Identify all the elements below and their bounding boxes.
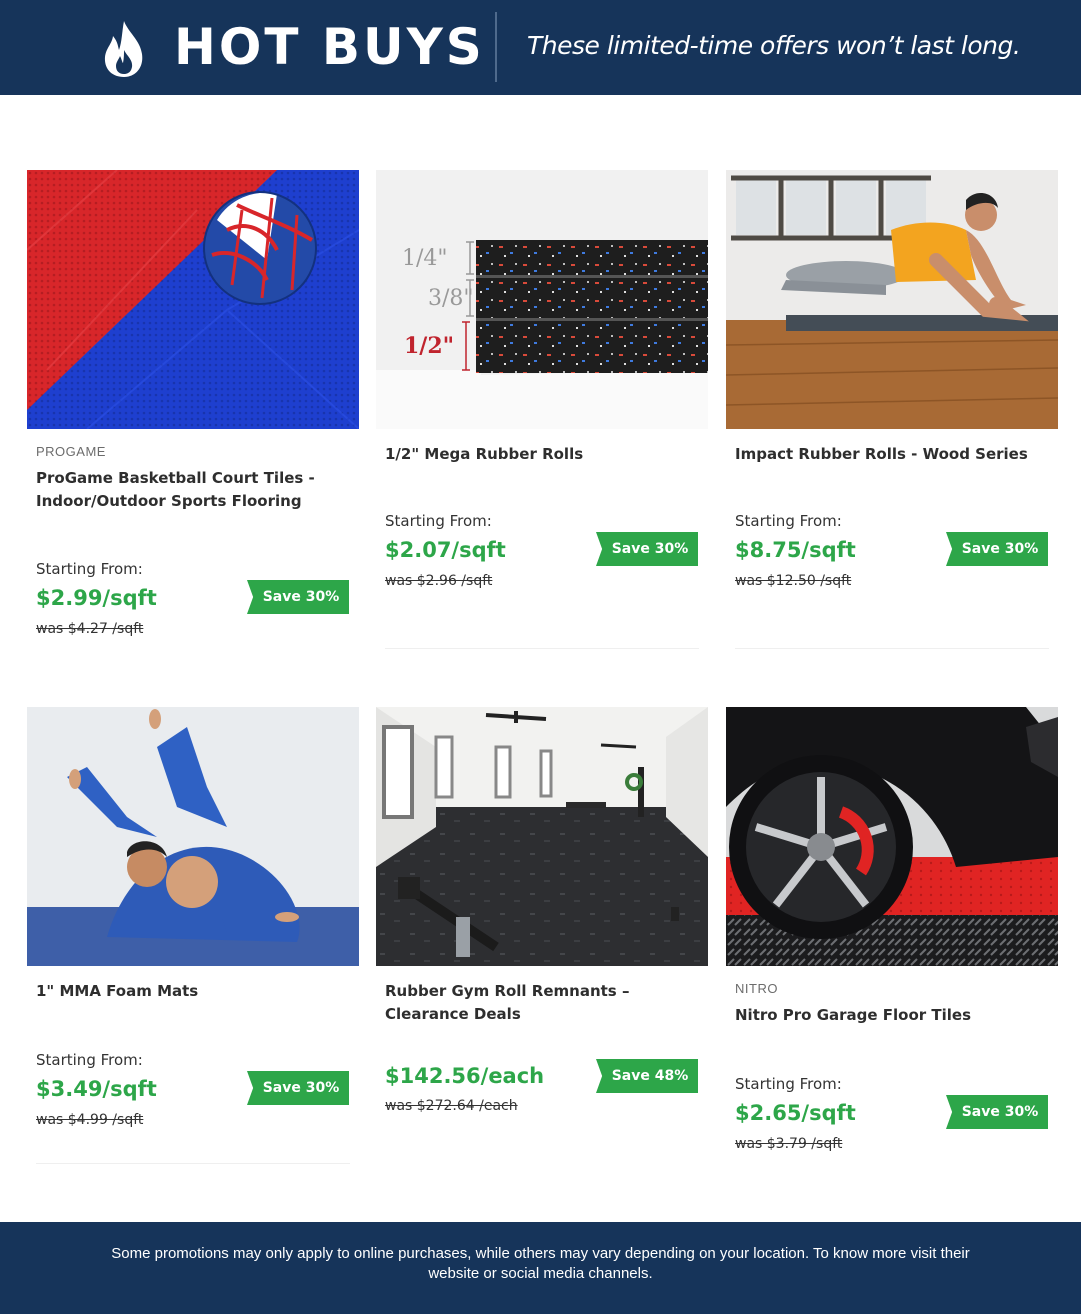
save-badge: Save 30% (946, 532, 1048, 566)
product-price: $142.56/each (385, 1064, 545, 1088)
starting-from-label: Starting From: (735, 512, 842, 530)
product-name[interactable]: 1" MMA Foam Mats (36, 980, 346, 1003)
card-divider (36, 1163, 350, 1164)
save-badge: Save 30% (946, 1095, 1048, 1129)
product-name[interactable]: Rubber Gym Roll Remnants – Clearance Dea… (385, 980, 695, 1026)
save-badge: Save 30% (596, 532, 698, 566)
original-price: was $2.96 /sqft (385, 573, 493, 589)
product-price: $3.49/sqft (36, 1077, 157, 1101)
product-image[interactable] (27, 170, 359, 429)
product-price: $2.65/sqft (735, 1101, 856, 1125)
product-card-progame[interactable]: PROGAME ProGame Basketball Court Tiles -… (27, 170, 359, 650)
thickness-label-3-8: 3/8" (428, 286, 474, 311)
starting-from-label: Starting From: (385, 512, 492, 530)
card-divider (735, 648, 1049, 649)
product-name[interactable]: Impact Rubber Rolls - Wood Series (735, 443, 1045, 466)
product-brand: PROGAME (36, 444, 106, 459)
header-divider (495, 12, 497, 82)
promo-footer: Some promotions may only apply to online… (0, 1222, 1081, 1314)
page-title: HOT BUYS (174, 18, 485, 76)
product-card-mega-rubber-rolls[interactable]: 1/4" 3/8" 1/2" 1/2" Mega Rubber Rolls St… (376, 170, 708, 650)
original-price: was $3.79 /sqft (735, 1136, 843, 1152)
product-price: $2.07/sqft (385, 538, 506, 562)
save-badge: Save 48% (596, 1059, 698, 1093)
flame-icon (104, 21, 143, 77)
product-card-impact-wood-series[interactable]: Impact Rubber Rolls - Wood Series Starti… (726, 170, 1058, 650)
footer-disclaimer: Some promotions may only apply to online… (111, 1245, 970, 1282)
product-card-mma-foam-mats[interactable]: 1" MMA Foam Mats Starting From: $3.49/sq… (27, 707, 359, 1177)
product-price: $8.75/sqft (735, 538, 856, 562)
product-image[interactable] (376, 707, 708, 966)
starting-from-label: Starting From: (36, 1051, 143, 1069)
product-image[interactable] (27, 707, 359, 966)
original-price: was $4.27 /sqft (36, 621, 144, 637)
product-brand: NITRO (735, 981, 778, 996)
product-card-gym-roll-remnants[interactable]: Rubber Gym Roll Remnants – Clearance Dea… (376, 707, 708, 1177)
header-tagline: These limited-time offers won’t last lon… (527, 31, 1021, 60)
product-name[interactable]: ProGame Basketball Court Tiles - Indoor/… (36, 467, 346, 513)
card-divider (385, 648, 699, 649)
product-image[interactable]: 1/4" 3/8" 1/2" (376, 170, 708, 429)
original-price: was $4.99 /sqft (36, 1112, 144, 1128)
save-badge: Save 30% (247, 1071, 349, 1105)
product-name[interactable]: Nitro Pro Garage Floor Tiles (735, 1004, 1045, 1027)
product-image[interactable] (726, 707, 1058, 966)
original-price: was $12.50 /sqft (735, 573, 852, 589)
starting-from-label: Starting From: (735, 1075, 842, 1093)
product-image[interactable] (726, 170, 1058, 429)
original-price: was $272.64 /each (385, 1098, 518, 1114)
starting-from-label: Starting From: (36, 560, 143, 578)
promo-header: HOT BUYS These limited-time offers won’t… (0, 0, 1081, 95)
thickness-label-1-2: 1/2" (404, 333, 454, 359)
product-card-nitro-pro[interactable]: NITRO Nitro Pro Garage Floor Tiles Start… (726, 707, 1058, 1177)
save-badge: Save 30% (247, 580, 349, 614)
product-price: $2.99/sqft (36, 586, 157, 610)
thickness-label-1-4: 1/4" (402, 246, 448, 271)
product-name[interactable]: 1/2" Mega Rubber Rolls (385, 443, 695, 466)
